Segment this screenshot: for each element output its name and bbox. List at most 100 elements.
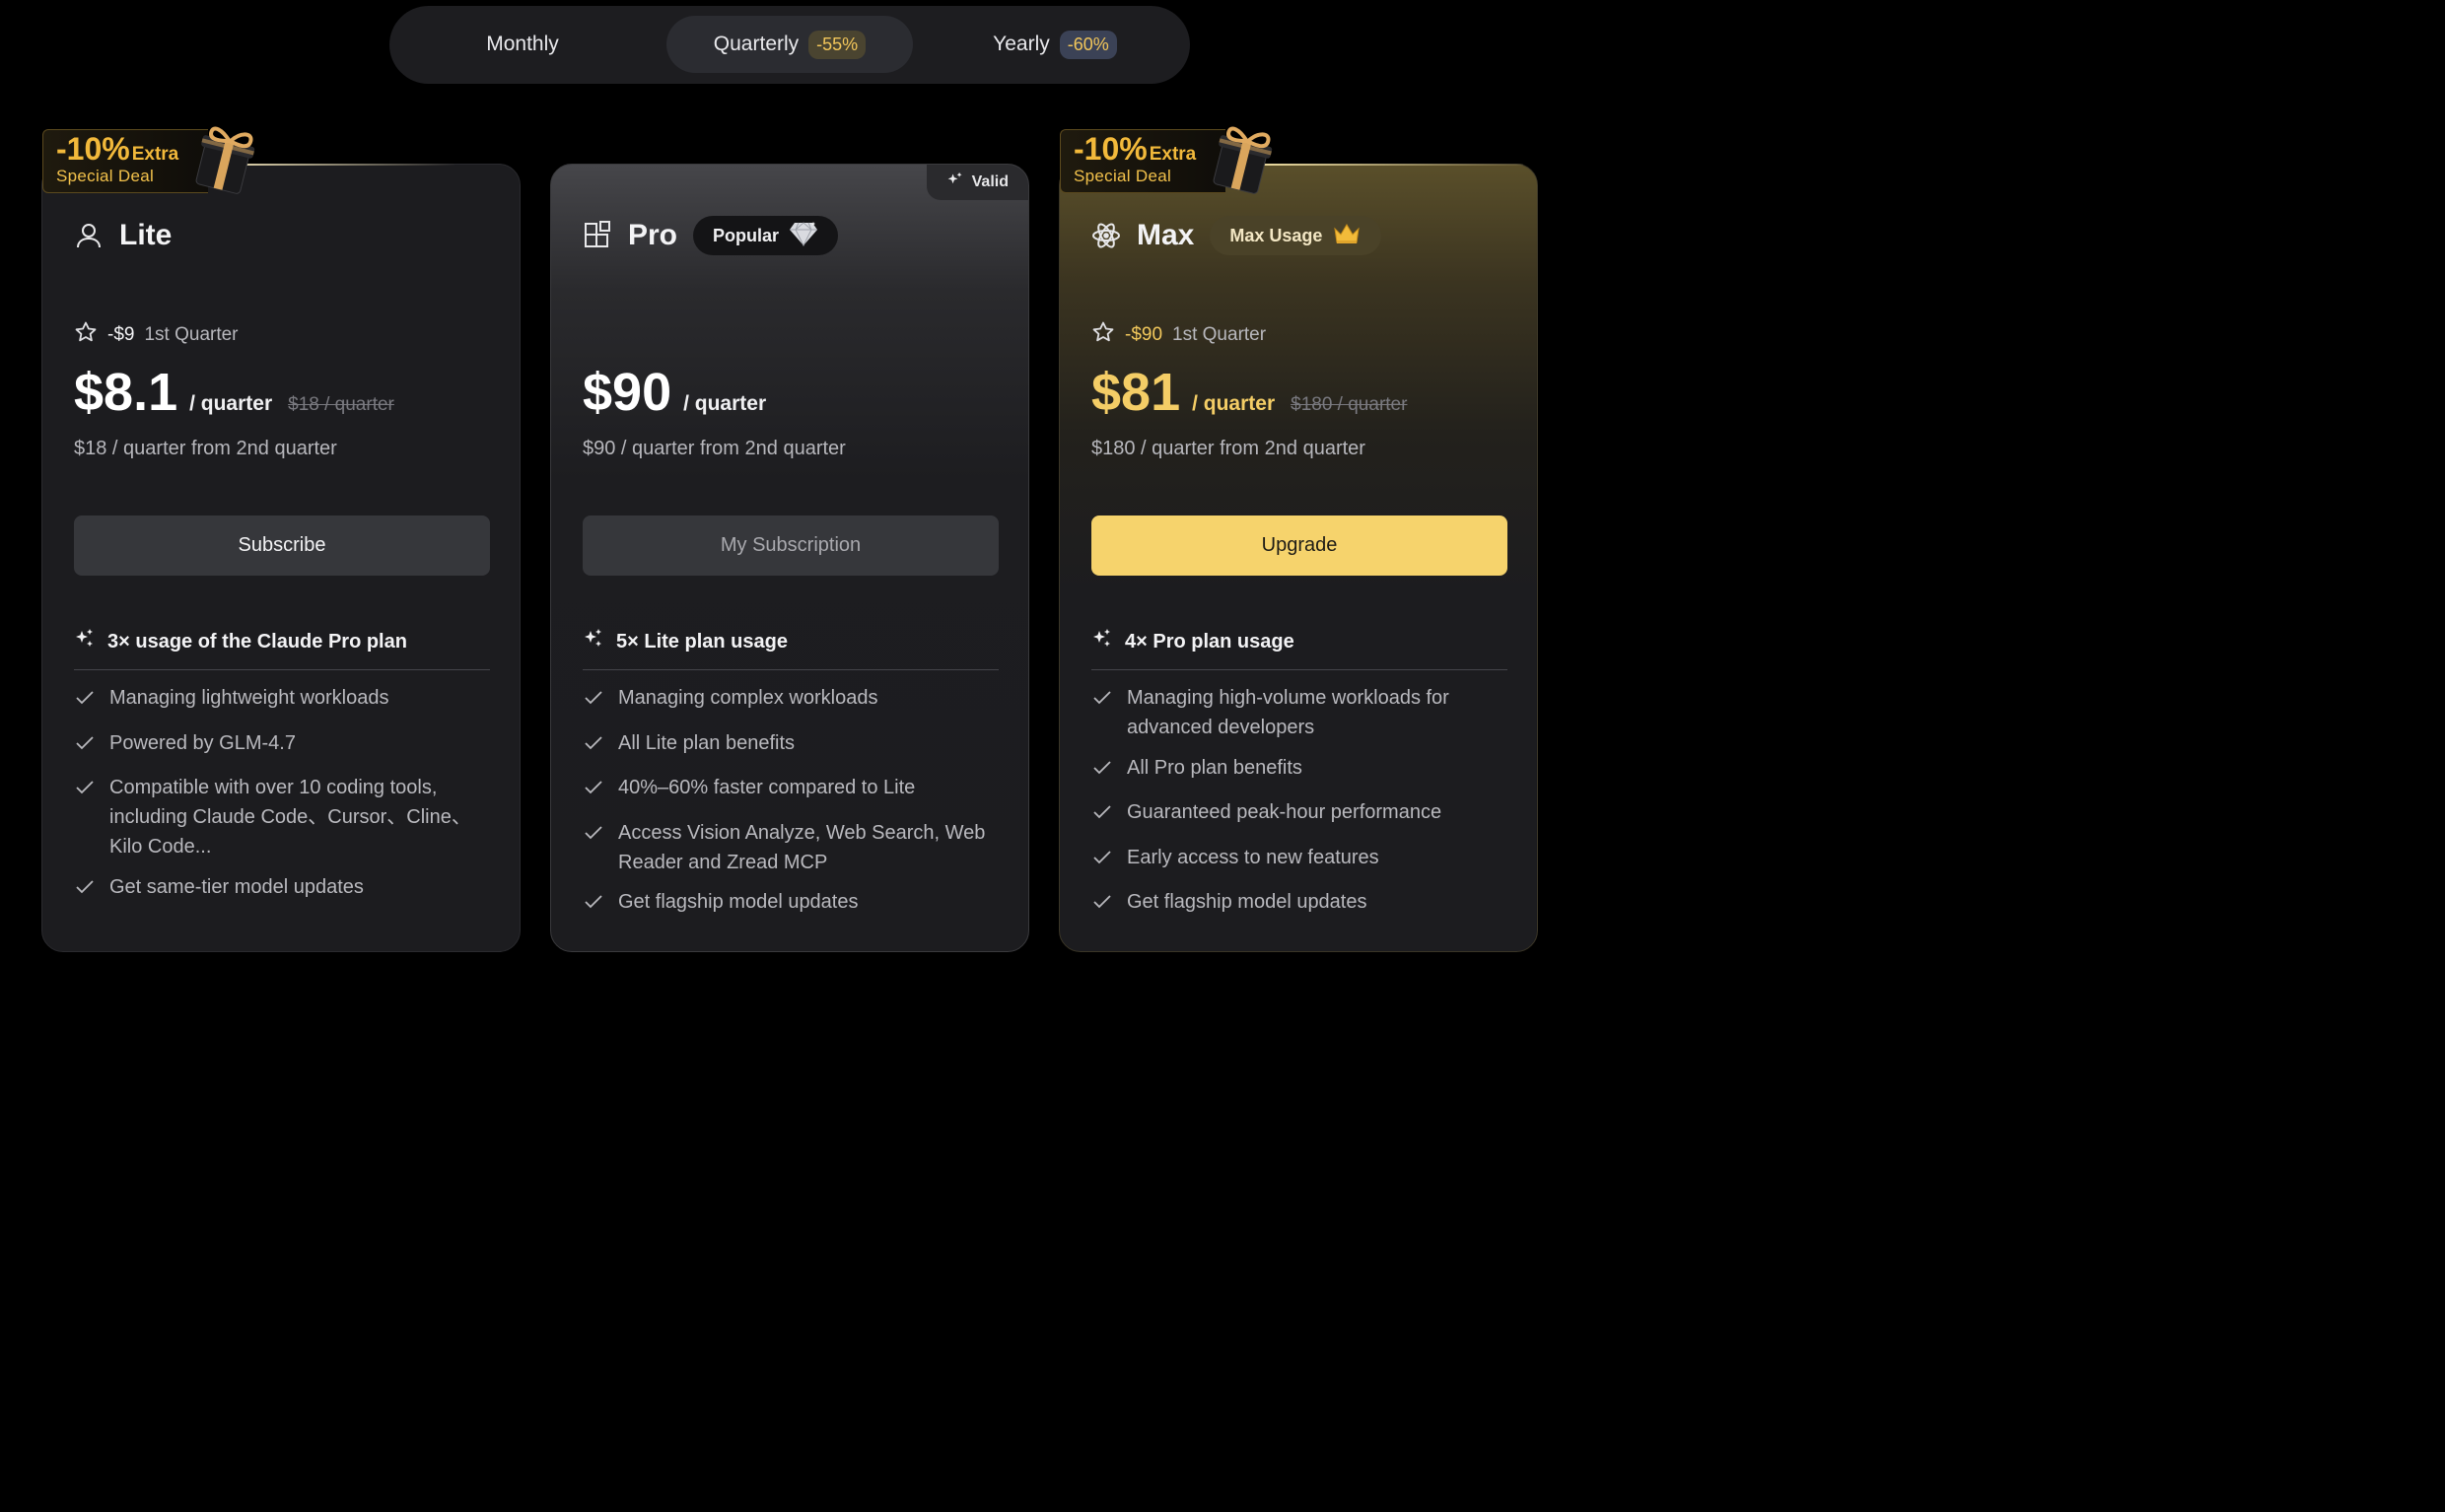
- price-period: / quarter: [1192, 392, 1276, 415]
- check-icon: [74, 732, 96, 763]
- feature-text: Managing lightweight workloads: [109, 687, 389, 709]
- feature-text: 40%–60% faster compared to Lite: [618, 777, 916, 798]
- feature-text: Get same-tier model updates: [109, 875, 364, 898]
- yearly-discount-badge: -60%: [1059, 30, 1117, 59]
- plan-header: Lite: [74, 216, 172, 255]
- first-quarter-promo: -$90 1st Quarter: [1091, 320, 1266, 350]
- tab-quarterly-label: Quarterly: [713, 33, 800, 55]
- check-icon: [74, 777, 96, 861]
- list-item: Compatible with over 10 coding tools, in…: [74, 773, 490, 861]
- feature-text: All Lite plan benefits: [618, 731, 796, 754]
- tab-monthly[interactable]: Monthly: [429, 16, 616, 73]
- sparkle-icon: [1091, 628, 1113, 655]
- special-deal-badge-max: -10% Extra Special Deal: [1060, 126, 1523, 194]
- renewal-price: $18 / quarter from 2nd quarter: [74, 438, 337, 459]
- feature-text: Access Vision Analyze, Web Search, Web R…: [618, 821, 986, 873]
- price-row: $90 / quarter: [583, 362, 766, 423]
- star-icon: [74, 320, 98, 350]
- price: $8.1: [74, 363, 178, 422]
- list-item: Get flagship model updates: [1091, 887, 1507, 922]
- feature-list: Managing lightweight workloads Powered b…: [74, 683, 490, 917]
- feature-text: Get flagship model updates: [1127, 891, 1367, 913]
- check-icon: [583, 732, 604, 763]
- check-icon: [1091, 757, 1113, 788]
- special-deal-badge-lite: -10% Extra Special Deal: [42, 126, 456, 194]
- check-icon: [583, 822, 604, 877]
- plan-header: Max Max Usage: [1091, 216, 1382, 255]
- my-subscription-button[interactable]: My Subscription: [583, 515, 999, 576]
- popular-badge: Popular: [693, 216, 839, 255]
- price-period: / quarter: [189, 392, 273, 415]
- popular-badge-label: Popular: [713, 225, 780, 245]
- feature-text: Compatible with over 10 coding tools, in…: [109, 777, 471, 858]
- original-price: $18 / quarter: [288, 394, 394, 415]
- check-icon: [1091, 847, 1113, 877]
- quarterly-discount-badge: -55%: [808, 30, 867, 59]
- promo-amount: -$90: [1125, 324, 1163, 345]
- list-item: Managing high-volume workloads for advan…: [1091, 683, 1507, 742]
- gift-icon: [190, 115, 263, 194]
- renewal-price: $90 / quarter from 2nd quarter: [583, 438, 846, 459]
- deal-percent-value: -10%: [56, 131, 130, 167]
- list-item: Guaranteed peak-hour performance: [1091, 797, 1507, 832]
- tab-quarterly[interactable]: Quarterly -55%: [666, 16, 913, 73]
- subscribe-button[interactable]: Subscribe: [74, 515, 490, 576]
- feature-text: Managing high-volume workloads for advan…: [1127, 687, 1449, 738]
- plan-name: Max: [1137, 219, 1195, 251]
- check-icon: [74, 876, 96, 907]
- plan-name: Pro: [628, 219, 678, 251]
- diamond-icon: [789, 221, 818, 251]
- feature-text: Managing complex workloads: [618, 687, 878, 709]
- star-icon: [1091, 320, 1115, 350]
- list-item: Get flagship model updates: [583, 887, 999, 922]
- list-item: Powered by GLM-4.7: [74, 728, 490, 763]
- feature-headline: 3× usage of the Claude Pro plan: [74, 628, 407, 655]
- deal-highlight-line: [230, 164, 456, 166]
- feature-headline: 4× Pro plan usage: [1091, 628, 1294, 655]
- upgrade-button[interactable]: Upgrade: [1091, 515, 1507, 576]
- gift-icon: [1208, 115, 1281, 194]
- check-icon: [74, 687, 96, 718]
- plan-card-lite: Lite -$9 1st Quarter $8.1 / quarter $18 …: [41, 164, 521, 952]
- deal-label: Special Deal: [1074, 167, 1172, 185]
- deal-percent: -10% Extra: [56, 131, 178, 168]
- feature-text: Get flagship model updates: [618, 891, 859, 913]
- price: $90: [583, 363, 672, 422]
- deal-percent-value: -10%: [1074, 131, 1148, 167]
- price-row: $81 / quarter $180 / quarter: [1091, 362, 1407, 423]
- price: $81: [1091, 363, 1181, 422]
- check-icon: [1091, 891, 1113, 922]
- plan-card-max: Max Max Usage -$90 1st Quarter $81 / qua…: [1059, 164, 1538, 952]
- check-icon: [583, 687, 604, 718]
- max-usage-badge: Max Usage: [1210, 216, 1382, 255]
- plan-card-pro: Valid Pro Popular $90 / quarter $90 / qu…: [550, 164, 1029, 952]
- user-icon: [74, 221, 104, 250]
- tab-monthly-label: Monthly: [486, 33, 559, 55]
- original-price: $180 / quarter: [1291, 394, 1408, 415]
- divider: [583, 669, 999, 670]
- feature-text: Powered by GLM-4.7: [109, 731, 296, 754]
- price-period: / quarter: [683, 392, 767, 415]
- list-item: All Pro plan benefits: [1091, 753, 1507, 788]
- feature-list: Managing high-volume workloads for advan…: [1091, 683, 1507, 932]
- grid-blocks-icon: [583, 221, 612, 250]
- feature-headline: 5× Lite plan usage: [583, 628, 788, 655]
- deal-highlight-line: [1247, 164, 1523, 166]
- feature-text: Early access to new features: [1127, 846, 1379, 868]
- list-item: All Lite plan benefits: [583, 728, 999, 763]
- crown-icon: [1332, 222, 1362, 250]
- check-icon: [583, 891, 604, 922]
- promo-amount: -$9: [107, 324, 135, 345]
- list-item: Access Vision Analyze, Web Search, Web R…: [583, 818, 999, 877]
- plan-header: Pro Popular: [583, 216, 839, 255]
- tab-yearly[interactable]: Yearly -60%: [961, 16, 1149, 73]
- feature-headline-text: 4× Pro plan usage: [1125, 630, 1294, 653]
- divider: [1091, 669, 1507, 670]
- divider: [74, 669, 490, 670]
- check-icon: [583, 777, 604, 807]
- list-item: Managing complex workloads: [583, 683, 999, 718]
- check-icon: [1091, 801, 1113, 832]
- first-quarter-promo: -$9 1st Quarter: [74, 320, 239, 350]
- list-item: 40%–60% faster compared to Lite: [583, 773, 999, 807]
- atom-icon: [1091, 221, 1121, 250]
